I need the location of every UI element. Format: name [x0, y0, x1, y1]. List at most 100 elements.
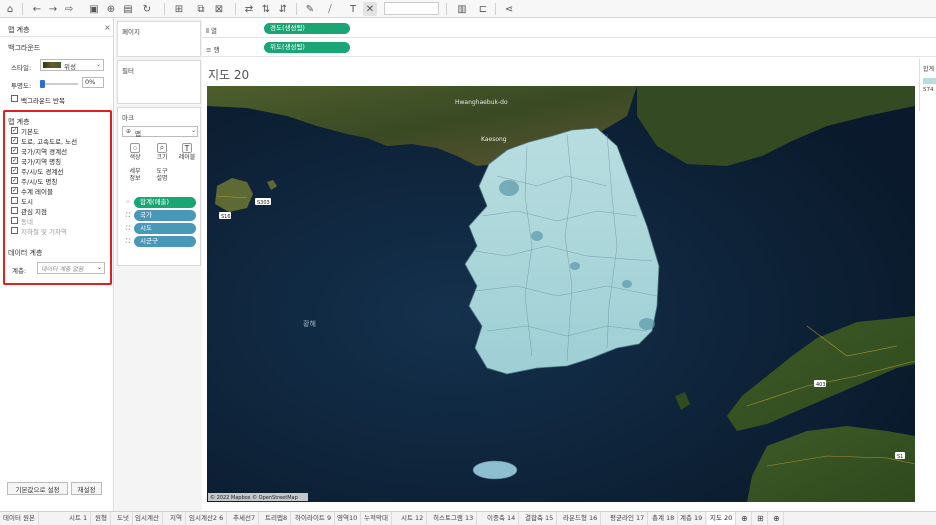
sheet-tab[interactable]: 지도 20: [707, 512, 737, 525]
layer-checkbox[interactable]: ✓: [11, 127, 18, 134]
home-icon[interactable]: ⌂: [3, 2, 17, 16]
label-kaesong: Kaesong: [481, 136, 507, 143]
size-mark-button[interactable]: ⌕ 크기: [151, 142, 173, 164]
sheet-tab[interactable]: 라운드형 16: [560, 512, 602, 525]
mark-pill[interactable]: 시군구: [134, 236, 196, 247]
sheet-tab[interactable]: 트리맵8: [262, 512, 292, 525]
layer-label: 수계 레이블: [21, 188, 53, 196]
sort-asc-icon[interactable]: ⇅: [259, 2, 273, 16]
presentation-icon[interactable]: ⊏: [476, 2, 490, 16]
legend-partial[interactable]: 합계 574: [919, 59, 936, 111]
label-mark-button[interactable]: T 레이블: [176, 142, 198, 164]
sheet-tab[interactable]: 원형: [92, 512, 111, 525]
layer-checkbox[interactable]: ✓: [11, 137, 18, 144]
opacity-slider-track[interactable]: [42, 83, 78, 85]
group-icon[interactable]: ⧸: [323, 2, 337, 16]
sheet-tab[interactable]: 결합축 15: [522, 512, 558, 525]
new-story-tab-icon[interactable]: ⊕: [770, 512, 784, 525]
sheet-tab[interactable]: 이중축 14: [484, 512, 520, 525]
opacity-input[interactable]: 0%: [82, 77, 104, 88]
save-icon[interactable]: ▣: [87, 2, 101, 16]
redo-icon[interactable]: →: [46, 2, 60, 16]
layer-checkbox[interactable]: ✓: [11, 167, 18, 174]
undo-icon[interactable]: ←: [30, 2, 44, 16]
marks-card-title: 마크: [122, 114, 134, 122]
fit-combo[interactable]: [384, 2, 439, 15]
set-default-button[interactable]: 기본값으로 설정: [7, 482, 68, 495]
columns-shelf[interactable]: ⦀ 열 경도(생성됨): [202, 20, 936, 38]
sheet-tab[interactable]: 누적막대: [361, 512, 392, 525]
sheet-tab[interactable]: 추세선7: [230, 512, 260, 525]
close-icon[interactable]: ×: [104, 23, 111, 32]
mark-type-select[interactable]: ⊕ 맵 ⌄: [122, 126, 198, 138]
sheet-tab[interactable]: 계층 19: [677, 512, 707, 525]
chevron-down-icon: ⌄: [96, 61, 102, 68]
redo-dropdown-icon[interactable]: ⇨: [62, 2, 76, 16]
new-dashboard-tab-icon[interactable]: ⊞: [754, 512, 768, 525]
sheet-tab[interactable]: 하이라이트 9: [292, 512, 336, 525]
layer-checkbox[interactable]: [11, 227, 18, 234]
layer-checkbox[interactable]: [11, 217, 18, 224]
rows-shelf[interactable]: ≡ 행 위도(생성됨): [202, 39, 936, 57]
road-shield-403: 403: [814, 380, 826, 388]
data-layer-select[interactable]: 데이터 계층 없음 ⌄: [37, 262, 105, 274]
share-icon[interactable]: ⋖: [502, 2, 516, 16]
jeju-region[interactable]: [472, 460, 518, 480]
toolbar-divider: [235, 3, 236, 15]
new-sheet-icon[interactable]: ⊞: [172, 2, 186, 16]
highlight-icon[interactable]: ✎: [303, 2, 317, 16]
opacity-slider-thumb[interactable]: [40, 80, 45, 88]
sheet-tab[interactable]: 히스토그램 13: [430, 512, 478, 525]
reset-button[interactable]: 재설정: [71, 482, 102, 495]
repeat-background-checkbox[interactable]: [11, 95, 18, 102]
filters-card[interactable]: 필터: [117, 60, 201, 104]
sheet-tab[interactable]: 도넛: [114, 512, 133, 525]
legend-partial-value: 574: [923, 87, 934, 93]
longitude-pill[interactable]: 경도(생성됨): [264, 23, 350, 34]
pause-icon[interactable]: ▤: [121, 2, 135, 16]
detail-mark-button[interactable]: 세부 정보: [124, 168, 146, 190]
sheet-tab[interactable]: 영역10: [334, 512, 362, 525]
color-mark-button[interactable]: ⁘ 색상: [124, 142, 146, 164]
mark-pill[interactable]: 시도: [134, 223, 196, 234]
data-layer-title: 데이터 계층: [8, 249, 43, 257]
data-layer-label: 계층:: [12, 267, 27, 275]
tooltip-mark-button[interactable]: 도구 설명: [151, 168, 173, 190]
label-hwanghae: Hwanghaebuk-do: [455, 99, 508, 106]
cards-column: 페이지 필터 마크 ⊕ 맵 ⌄ ⁘ 색상 ⌕ 크기 T 레이블 세부 정보 도구 설명 ⁘ 합계(매…: [115, 19, 202, 511]
sheet-tab[interactable]: 임시계산: [132, 512, 163, 525]
tab-datasource[interactable]: 데이터 원본: [0, 512, 39, 525]
refresh-icon[interactable]: ↻: [140, 2, 154, 16]
road-shield-s16: S16: [219, 212, 231, 220]
mark-pill[interactable]: 합계(매출): [134, 197, 196, 208]
sheet-tab[interactable]: 시트 12: [398, 512, 428, 525]
size-icon: ⌕: [157, 143, 167, 153]
sheet-tab[interactable]: 총계 18: [649, 512, 679, 525]
sort-desc-icon[interactable]: ⇵: [276, 2, 290, 16]
sheet-tab[interactable]: 평균라인 17: [607, 512, 649, 525]
map-attribution[interactable]: © 2022 Mapbox © OpenStreetMap: [210, 494, 298, 501]
new-sheet-tab-icon[interactable]: ⊕: [738, 512, 752, 525]
fix-axes-icon[interactable]: ✕: [363, 2, 377, 16]
label-icon[interactable]: T: [346, 2, 360, 16]
duplicate-icon[interactable]: ⧉: [194, 2, 208, 16]
add-datasource-icon[interactable]: ⊕: [104, 2, 118, 16]
sheet-tab[interactable]: 임시계산2 6: [186, 512, 228, 525]
road-shield-403-text: 403: [816, 382, 826, 388]
layer-checkbox[interactable]: ✓: [11, 177, 18, 184]
show-me-icon[interactable]: ▥: [455, 2, 469, 16]
sheet-tab[interactable]: 지역: [167, 512, 186, 525]
style-select[interactable]: 위성 ⌄: [40, 59, 104, 71]
layer-checkbox[interactable]: ✓: [11, 147, 18, 154]
map-view[interactable]: Hwanghaebuk-do Kaesong 황해 S303 S16 403 S…: [207, 86, 915, 502]
mark-pill[interactable]: 국가: [134, 210, 196, 221]
pages-card[interactable]: 페이지: [117, 21, 201, 57]
layer-checkbox[interactable]: [11, 207, 18, 214]
latitude-pill[interactable]: 위도(생성됨): [264, 42, 350, 53]
sheet-tab[interactable]: 시트 1: [66, 512, 92, 525]
layer-checkbox[interactable]: ✓: [11, 157, 18, 164]
layer-checkbox[interactable]: [11, 197, 18, 204]
clear-icon[interactable]: ⊠: [212, 2, 226, 16]
layer-checkbox[interactable]: ✓: [11, 187, 18, 194]
swap-icon[interactable]: ⇄: [242, 2, 256, 16]
